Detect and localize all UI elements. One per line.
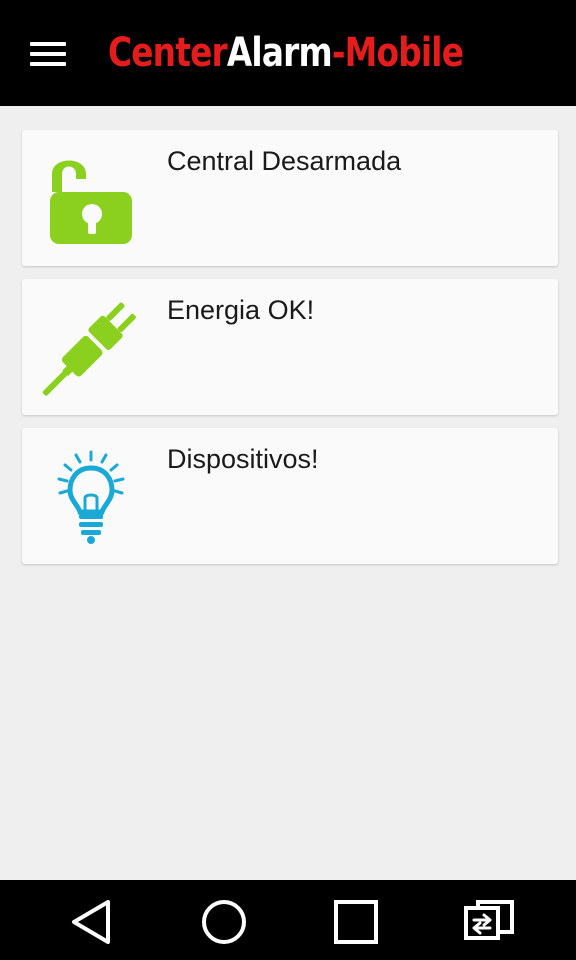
- recents-button[interactable]: [328, 894, 384, 950]
- app-title-part-alarm: Alarm: [226, 30, 333, 76]
- home-circle-icon: [202, 900, 246, 944]
- light-bulb-icon: [40, 446, 140, 546]
- recents-square-icon: [334, 900, 378, 944]
- switch-apps-icon: [464, 900, 514, 940]
- back-button[interactable]: [64, 894, 120, 950]
- card-central-status[interactable]: Central Desarmada: [22, 130, 558, 266]
- app-bar: CenterAlarm-Mobile: [0, 0, 576, 106]
- card-energy-status[interactable]: Energia OK!: [22, 279, 558, 415]
- card-label-energy: Energia OK!: [167, 295, 315, 325]
- unlocked-padlock-icon: [40, 148, 140, 248]
- home-button[interactable]: [196, 894, 252, 950]
- power-plug-icon: [40, 297, 140, 397]
- card-devices[interactable]: Dispositivos!: [22, 428, 558, 564]
- app-title: CenterAlarm-Mobile: [108, 24, 464, 82]
- card-label-devices: Dispositivos!: [167, 444, 319, 474]
- switch-apps-button[interactable]: [460, 894, 516, 950]
- card-label-central: Central Desarmada: [167, 146, 402, 176]
- back-triangle-icon: [72, 900, 110, 944]
- menu-button[interactable]: [22, 30, 74, 78]
- app-title-part-center: Center: [108, 30, 228, 76]
- system-navigation-bar: [0, 880, 576, 960]
- main-content: Central Desarmada Energia OK! Dispositiv…: [0, 106, 576, 880]
- app-title-part-mobile: -Mobile: [331, 30, 464, 76]
